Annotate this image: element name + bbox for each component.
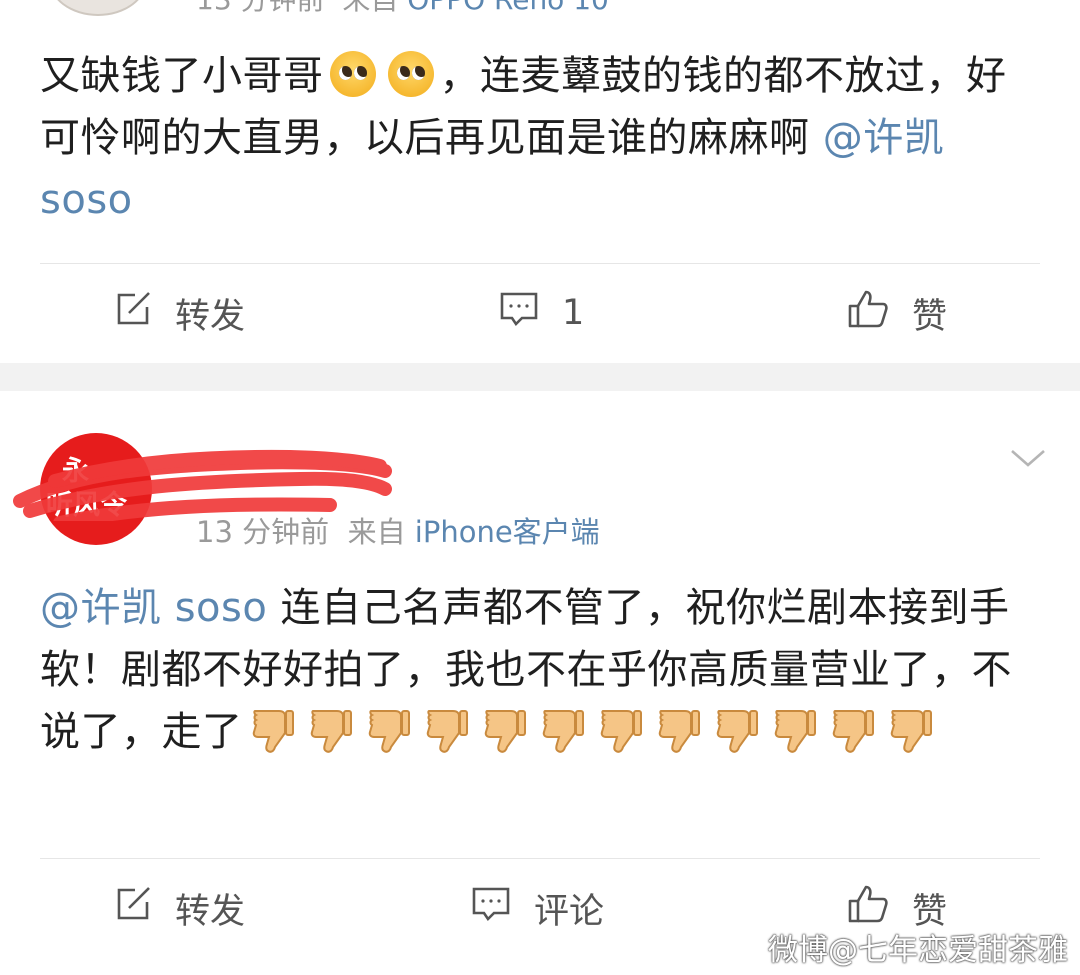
post-card: 永 听风令 13 分钟前 来自 iPhone客户端 @许凯 soso 连自己名声…: [0, 391, 1080, 975]
avatar[interactable]: 永 听风令: [40, 433, 152, 545]
thumbs-up-icon: [846, 288, 890, 339]
post-source[interactable]: iPhone客户端: [415, 515, 600, 549]
post-time: 13 分钟前: [196, 515, 330, 549]
chevron-down-icon[interactable]: [1008, 443, 1048, 473]
comment-icon: [498, 289, 540, 338]
thumbs-down-emoji-icon: [771, 707, 817, 755]
post-time: 13 分钟前: [196, 0, 325, 16]
thumbs-down-emoji-icon: [423, 707, 469, 755]
post-meta: 13 分钟前 来自 iPhone客户端: [196, 509, 600, 551]
thumbs-down-emoji-icon: [597, 707, 643, 755]
thumbs-down-emoji-icon: [539, 707, 585, 755]
avatar[interactable]: [48, 0, 148, 16]
feed-separator: [0, 363, 1080, 391]
repost-label: 转发: [175, 891, 246, 932]
thumbs-down-emoji-icon: [307, 707, 353, 755]
post-meta: 13 分钟前 来自 OPPO Reno 10: [196, 0, 609, 18]
thumbs-down-emoji-icon: [249, 707, 295, 755]
thumbs-down-emoji-icon: [829, 707, 875, 755]
divider: [40, 858, 1040, 859]
comment-icon: [470, 884, 512, 933]
post-from-label: 来自: [347, 515, 406, 549]
pleading-face-emoji-icon: [329, 51, 376, 97]
comment-label: 评论: [534, 891, 605, 932]
thumbs-down-emoji-row: [243, 709, 939, 755]
repost-label: 转发: [175, 296, 246, 337]
pleading-face-emoji-icon: [387, 51, 434, 97]
comment-count: 1: [562, 293, 585, 333]
like-button[interactable]: 赞: [846, 268, 947, 358]
post-from-label: 来自: [342, 0, 398, 16]
repost-button[interactable]: 转发: [113, 863, 245, 953]
repost-icon: [113, 884, 153, 933]
divider: [40, 263, 1040, 264]
comment-button[interactable]: 评论: [470, 863, 604, 953]
weibo-comment-feed: 13 分钟前 来自 OPPO Reno 10 又缺钱了小哥哥，连麦鼙鼓的钱的都不…: [0, 0, 1080, 975]
post-card: 13 分钟前 来自 OPPO Reno 10 又缺钱了小哥哥，连麦鼙鼓的钱的都不…: [0, 0, 1080, 363]
post-text: 又缺钱了小哥哥 ，连麦鼙鼓的钱的都不放过，好可怜啊的大直男，以后再见面是谁的麻麻啊…: [40, 45, 1040, 231]
avatar-text: 永: [62, 456, 89, 487]
avatar-text: 听风令: [46, 490, 127, 521]
thumbs-down-emoji-icon: [713, 707, 759, 755]
like-label: 赞: [912, 296, 948, 337]
thumbs-down-emoji-icon: [481, 707, 527, 755]
action-bar: 转发 1 赞: [0, 268, 1080, 358]
thumbs-down-emoji-icon: [655, 707, 701, 755]
watermark: 微博@七年恋爱甜茶雅: [768, 933, 1068, 968]
repost-icon: [113, 289, 153, 338]
post-text: @许凯 soso 连自己名声都不管了，祝你烂剧本接到手软！剧都不好好拍了，我也不…: [40, 577, 1040, 763]
thumbs-down-emoji-icon: [887, 707, 933, 755]
repost-button[interactable]: 转发: [113, 268, 245, 358]
post-text-part: 又缺钱了小哥哥: [40, 53, 324, 99]
mention-link[interactable]: @许凯 soso: [40, 585, 267, 631]
thumbs-down-emoji-icon: [365, 707, 411, 755]
post-source[interactable]: OPPO Reno 10: [407, 0, 609, 16]
comment-button[interactable]: 1: [498, 268, 584, 358]
